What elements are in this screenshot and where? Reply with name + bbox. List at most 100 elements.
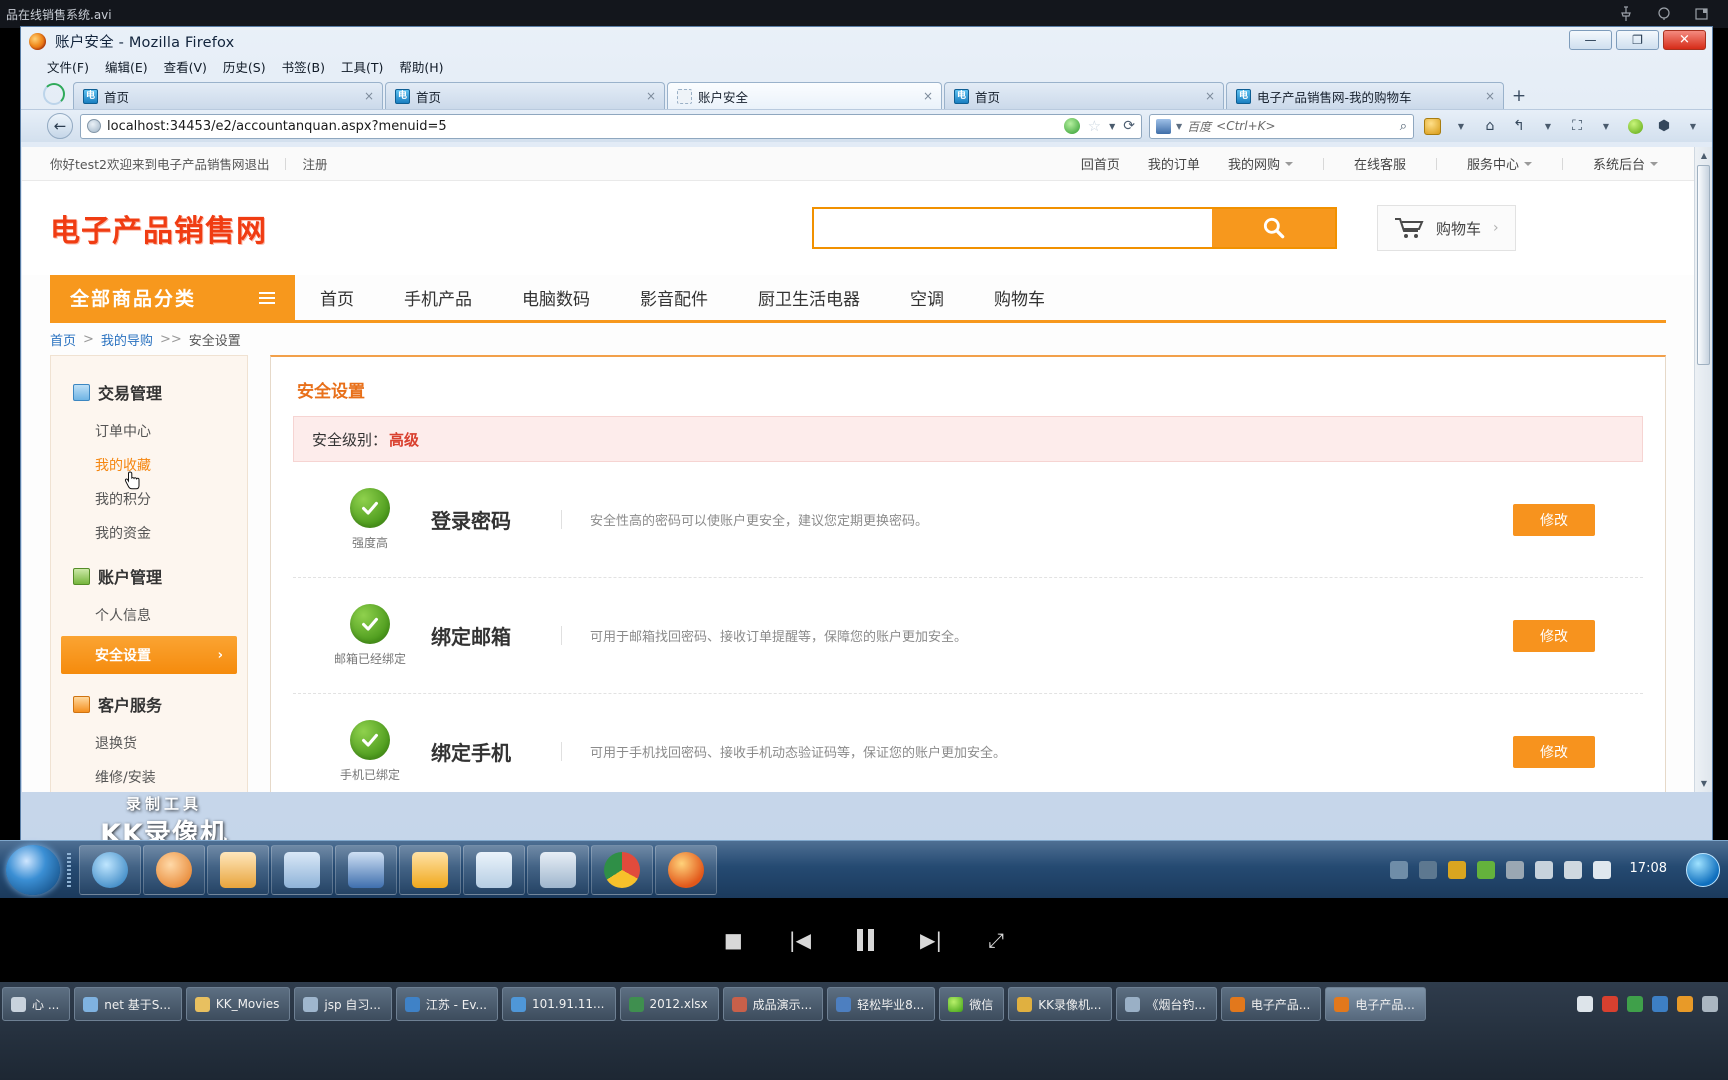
previous-button[interactable]: |◀: [789, 928, 811, 952]
tab-close-icon[interactable]: ×: [1193, 89, 1215, 103]
taskbar-word-icon[interactable]: [271, 845, 333, 895]
tray-monitor-icon[interactable]: [1390, 861, 1408, 879]
fullscreen-button[interactable]: ⤢: [988, 928, 1004, 952]
taskbar-clock[interactable]: 17:08: [1622, 861, 1675, 877]
host-task-9[interactable]: 轻松毕业8...: [827, 987, 935, 1021]
modify-email-button[interactable]: 修改: [1513, 620, 1595, 652]
menu-history[interactable]: 历史(S): [223, 57, 266, 76]
nav-online-service[interactable]: 在线客服: [1340, 154, 1420, 173]
chevron-down-icon[interactable]: ▼: [1595, 115, 1617, 137]
tray-blue-icon[interactable]: [1652, 996, 1668, 1012]
taskbar-tools-icon[interactable]: [527, 845, 589, 895]
sidebar-item-my-favorites[interactable]: 我的收藏: [51, 448, 247, 482]
plugin-icon[interactable]: ⬢: [1653, 115, 1675, 137]
host-task-2[interactable]: net 基于S...: [74, 987, 182, 1021]
pause-button[interactable]: [857, 929, 874, 951]
register-link[interactable]: 注册: [302, 154, 327, 173]
site-logo[interactable]: 电子产品销售网: [50, 206, 267, 250]
tray-green-icon[interactable]: [1627, 996, 1643, 1012]
search-input[interactable]: [812, 207, 1212, 249]
help-icon[interactable]: [1656, 6, 1672, 22]
reload-icon[interactable]: ⟳: [1123, 118, 1135, 134]
cart-button[interactable]: 购物车 ›: [1377, 205, 1516, 251]
sidebar-item-order-center[interactable]: 订单中心: [51, 414, 247, 448]
menu-tools[interactable]: 工具(T): [341, 57, 383, 76]
tray-shield-icon[interactable]: [1448, 861, 1466, 879]
chevron-down-icon[interactable]: ▼: [1176, 122, 1182, 131]
menu-edit[interactable]: 编辑(E): [105, 57, 148, 76]
search-button[interactable]: [1212, 207, 1337, 249]
chevron-down-icon[interactable]: ▼: [1537, 115, 1559, 137]
ime-indicator-icon[interactable]: [1686, 853, 1720, 887]
nav-item-cart[interactable]: 购物车: [969, 275, 1070, 320]
bookmark-star-icon[interactable]: ☆: [1088, 117, 1101, 135]
nav-home[interactable]: 回首页: [1067, 154, 1134, 173]
page-scrollbar[interactable]: ▲ ▼: [1694, 147, 1712, 792]
nav-item-air-conditioners[interactable]: 空调: [885, 275, 969, 320]
nav-item-phones[interactable]: 手机产品: [379, 275, 497, 320]
tray-red-icon[interactable]: [1602, 996, 1618, 1012]
nav-service-center[interactable]: 服务中心: [1453, 154, 1546, 173]
tab-close-icon[interactable]: ×: [352, 89, 374, 103]
new-tab-button[interactable]: +: [1506, 83, 1532, 109]
menu-bookmarks[interactable]: 书签(B): [282, 57, 325, 76]
taskbar-firefox-icon[interactable]: [655, 845, 717, 895]
sidebar-item-repair-install[interactable]: 维修/安装: [51, 760, 247, 792]
tray-orange-icon[interactable]: [1677, 996, 1693, 1012]
taskbar-ie-icon[interactable]: [79, 845, 141, 895]
restore-icon[interactable]: [1694, 6, 1710, 22]
taskbar-chrome-icon[interactable]: [591, 845, 653, 895]
tray-camera-icon[interactable]: [1419, 861, 1437, 879]
close-button[interactable]: ✕: [1663, 30, 1706, 50]
host-task-12[interactable]: 《烟台钓...: [1116, 987, 1216, 1021]
breadcrumb-my-guide[interactable]: 我的导购: [101, 330, 153, 349]
nav-item-kitchen-appliances[interactable]: 厨卫生活电器: [733, 275, 885, 320]
menu-file[interactable]: 文件(F): [47, 57, 89, 76]
sidebar-item-security-settings[interactable]: 安全设置 ›: [61, 636, 237, 674]
url-bar[interactable]: localhost:34453/e2/accountanquan.aspx?me…: [80, 114, 1142, 139]
chat-addon-icon[interactable]: [1624, 115, 1646, 137]
host-task-1[interactable]: 心 ...: [2, 987, 70, 1021]
tray-gray-icon[interactable]: [1702, 996, 1718, 1012]
browser-tab-2[interactable]: 电 首页 ×: [385, 82, 665, 109]
home-icon[interactable]: ⌂: [1479, 115, 1501, 137]
sidebar-item-returns[interactable]: 退换货: [51, 726, 247, 760]
taskbar-app-icon[interactable]: [335, 845, 397, 895]
menu-view[interactable]: 查看(V): [164, 57, 207, 76]
menu-help[interactable]: 帮助(H): [399, 57, 443, 76]
nav-item-av-accessories[interactable]: 影音配件: [615, 275, 733, 320]
back-button[interactable]: ←: [47, 113, 73, 139]
tray-music-icon[interactable]: [1535, 861, 1553, 879]
crop-icon[interactable]: ⛶: [1566, 115, 1588, 137]
stop-button[interactable]: ■: [724, 928, 743, 952]
undo-icon[interactable]: ↰: [1508, 115, 1530, 137]
nav-admin-backend[interactable]: 系统后台: [1579, 154, 1672, 173]
chevron-down-icon[interactable]: ▼: [1682, 115, 1704, 137]
search-icon[interactable]: ⌕: [1400, 119, 1407, 134]
host-task-wechat[interactable]: 微信: [939, 987, 1004, 1021]
tray-app-icon[interactable]: [1506, 861, 1524, 879]
tray-grid-icon[interactable]: [1577, 996, 1593, 1012]
nav-item-computers[interactable]: 电脑数码: [497, 275, 615, 320]
host-task-14-active[interactable]: 电子产品...: [1325, 987, 1425, 1021]
maximize-button[interactable]: ❐: [1616, 30, 1659, 50]
sidebar-item-personal-info[interactable]: 个人信息: [51, 598, 247, 632]
host-task-8[interactable]: 成品演示...: [723, 987, 823, 1021]
taskbar-folder-icon[interactable]: [463, 845, 525, 895]
browser-tab-1[interactable]: 电 首页 ×: [73, 82, 383, 109]
search-bar[interactable]: ▼ 百度 <Ctrl+K> ⌕: [1149, 114, 1414, 139]
chevron-down-icon[interactable]: ▼: [1109, 122, 1115, 131]
tray-chat-icon[interactable]: [1477, 861, 1495, 879]
nav-my-shopping[interactable]: 我的网购: [1214, 154, 1307, 173]
windows-start-icon[interactable]: [6, 845, 60, 895]
modify-phone-button[interactable]: 修改: [1513, 736, 1595, 768]
sidebar-item-my-funds[interactable]: 我的资金: [51, 516, 247, 550]
tab-close-icon[interactable]: ×: [634, 89, 656, 103]
scrollbar-thumb[interactable]: [1697, 165, 1710, 365]
breadcrumb-home[interactable]: 首页: [50, 330, 76, 349]
shield-addon-icon[interactable]: [1421, 115, 1443, 137]
browser-tab-3-active[interactable]: 账户安全 ×: [667, 82, 942, 109]
all-categories-button[interactable]: 全部商品分类: [50, 275, 295, 320]
minimize-button[interactable]: —: [1569, 30, 1612, 50]
pin-icon[interactable]: [1618, 6, 1634, 22]
